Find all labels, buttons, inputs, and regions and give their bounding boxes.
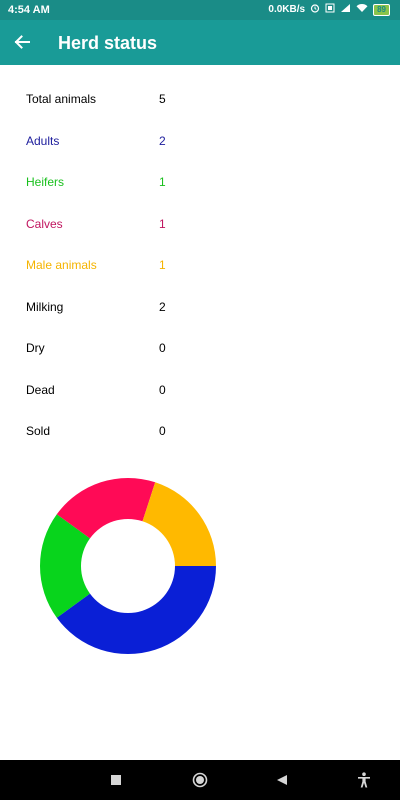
accessibility-icon[interactable] [354, 770, 374, 790]
net-speed: 0.0KB/s [268, 4, 306, 15]
stat-row-dry: Dry 0 [0, 329, 400, 371]
stat-label: Dry [26, 341, 45, 355]
stat-row-total-animals: Total animals 5 [0, 80, 400, 122]
stat-label: Male animals [26, 258, 97, 272]
status-bar: 4:54 AM 0.0KB/s 89 [0, 0, 400, 20]
herd-stats-list: Total animals 5 Adults 2 Heifers 1 Calve… [0, 80, 400, 454]
signal-icon [340, 3, 351, 16]
stat-value: 2 [159, 133, 166, 148]
arrow-left-icon[interactable] [10, 30, 34, 54]
stat-value: 0 [159, 382, 166, 397]
status-time: 4:54 AM [8, 4, 50, 16]
recents-square-icon[interactable] [106, 770, 126, 790]
stat-label: Dead [26, 382, 55, 397]
page-title: Herd status [58, 33, 158, 53]
stat-value: 1 [159, 175, 166, 189]
stat-row-calves: Calves 1 [0, 205, 400, 247]
stat-value: 1 [159, 258, 166, 272]
stat-label: Total animals [26, 92, 97, 106]
herd-donut-chart [40, 478, 216, 654]
stat-row-milking: Milking 2 [0, 288, 400, 330]
stat-value: 5 [159, 92, 166, 106]
alarm-icon [310, 3, 320, 16]
battery-icon: 89 [373, 3, 390, 16]
app-bar: Herd status [0, 20, 400, 65]
stat-row-heifers: Heifers 1 [0, 163, 400, 205]
status-icons: 0.0KB/s 89 [268, 3, 390, 16]
stat-label: Sold [26, 424, 51, 438]
wifi-icon [356, 3, 368, 16]
stat-row-male-animals: Male animals 1 [0, 246, 400, 288]
stat-label: Adults [26, 133, 60, 148]
system-nav-bar [0, 760, 400, 800]
stat-value: 2 [159, 299, 166, 314]
donut-slice-male-animals [142, 482, 216, 566]
stat-label: Heifers [26, 175, 65, 189]
home-circle-icon[interactable] [190, 770, 210, 790]
battery-level: 89 [377, 5, 386, 14]
stat-value: 0 [159, 424, 166, 438]
stat-value: 1 [159, 216, 166, 231]
stat-value: 0 [159, 341, 166, 355]
back-triangle-icon[interactable] [272, 770, 292, 790]
stat-label: Milking [26, 299, 64, 314]
stat-label: Calves [26, 216, 63, 231]
sim-icon [325, 3, 335, 16]
stat-row-adults: Adults 2 [0, 122, 400, 164]
stat-row-dead: Dead 0 [0, 371, 400, 413]
stat-row-sold: Sold 0 [0, 412, 400, 454]
